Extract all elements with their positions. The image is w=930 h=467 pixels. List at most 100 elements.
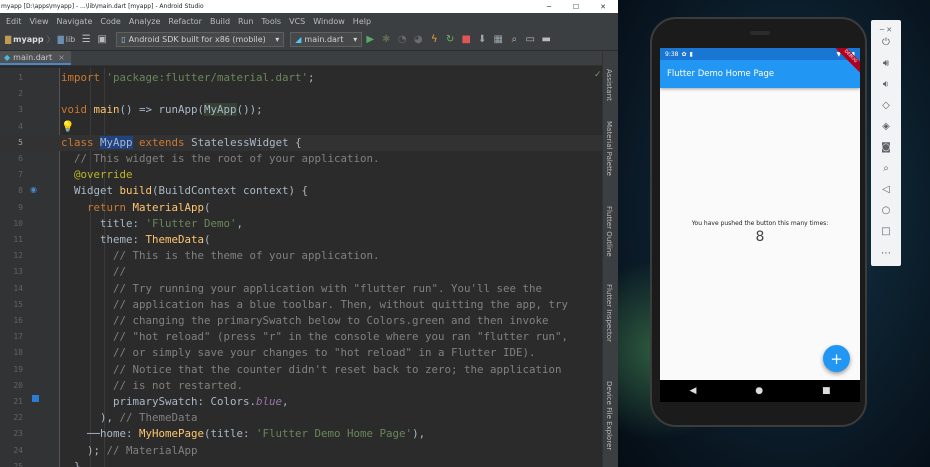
close-tab-icon[interactable]: × xyxy=(58,53,65,62)
chevron-down-icon: ▾ xyxy=(353,35,358,44)
volume-down-icon[interactable]: 🔉︎ xyxy=(871,74,901,94)
rotate-right-icon[interactable]: ◈ xyxy=(871,116,901,136)
code-line-current: 5 class MyApp extends StatelessWidget { xyxy=(0,134,602,151)
sim-icon: ▮ xyxy=(689,50,693,58)
code-line: 1 import 'package:flutter/material.dart'; xyxy=(18,71,315,84)
tab-main-dart[interactable]: ◆ main.dart × xyxy=(0,51,71,65)
breadcrumb-folder[interactable]: ▇ lib xyxy=(55,35,79,44)
menu-analyze[interactable]: Analyze xyxy=(125,17,165,26)
tool-window-device-file-explorer[interactable]: Device File Explorer xyxy=(605,381,613,450)
code-line: 7 @override xyxy=(18,168,133,182)
overview-icon[interactable]: □ xyxy=(871,221,901,241)
device-selector[interactable]: ▯ Android SDK built for x86 (mobile) ▾ xyxy=(116,32,285,47)
code-line: 11 theme: ThemeData( xyxy=(13,233,211,246)
folder-icon: ▇ xyxy=(57,35,64,44)
tool-window-flutter-inspector[interactable]: Flutter Inspector xyxy=(605,284,613,342)
code-line: 20 // is not restarted. xyxy=(13,378,244,392)
flutter-icon: ◢ xyxy=(295,35,302,44)
tool-window-assistant[interactable]: Assistant xyxy=(605,69,613,101)
override-marker-icon[interactable]: ◉ xyxy=(30,185,39,194)
run-config-selector[interactable]: ◢ main.dart ▾ xyxy=(290,32,363,47)
menu-build[interactable]: Build xyxy=(206,17,234,26)
code-line: 6 // This widget is the root of your app… xyxy=(18,152,380,165)
code-line: 16 // changing the primarySwatch below t… xyxy=(13,314,549,327)
android-studio-window: myapp [D:\apps\myapp] - ...\lib\main.dar… xyxy=(0,0,618,467)
nav-home-icon[interactable]: ● xyxy=(755,386,763,396)
code-line: 21 primarySwatch: Colors.blue, xyxy=(13,395,289,408)
maximize-icon[interactable]: ☐ xyxy=(565,0,587,13)
title-bar: myapp [D:\apps\myapp] - ...\lib\main.dar… xyxy=(0,0,618,13)
code-line: 14 // Try running your application with … xyxy=(13,281,543,295)
color-swatch-icon[interactable] xyxy=(32,395,39,402)
code-editor[interactable]: 1 import 'package:flutter/material.dart';… xyxy=(0,68,602,467)
volume-up-icon[interactable]: 🔊︎ xyxy=(871,53,901,73)
code-line: 4 💡 xyxy=(0,119,602,135)
speaker-grille xyxy=(750,31,770,35)
menu-help[interactable]: Help xyxy=(349,17,375,26)
camera-icon[interactable]: ◙ xyxy=(871,137,901,157)
close-icon[interactable]: ✕ xyxy=(592,0,614,13)
settings-icon: ✿ xyxy=(681,50,687,58)
chevron-down-icon: ▾ xyxy=(275,35,280,44)
window-title: myapp [D:\apps\myapp] - ...\lib\main.dar… xyxy=(1,3,204,10)
code-line: 2 xyxy=(18,89,23,99)
code-line: 24 ); // MaterialApp xyxy=(13,443,198,457)
hot-restart-icon[interactable]: ↻ xyxy=(442,32,458,48)
tool-window-material-palette[interactable]: Material Palette xyxy=(605,121,613,176)
android-nav-bar: ◀ ● ■ xyxy=(660,380,860,402)
home-icon[interactable]: ○ xyxy=(871,200,901,220)
inspection-ok-icon[interactable]: ✓ xyxy=(594,70,602,80)
layout-icon[interactable]: ▬ xyxy=(538,32,554,48)
coverage-icon[interactable]: ▭ xyxy=(522,32,538,48)
menu-run[interactable]: Run xyxy=(234,17,257,26)
tool-window-flutter-outline[interactable]: Flutter Outline xyxy=(605,206,613,257)
toolbar: ▇ myapp 〉 ▇ lib ☰ ▣ ▯ Android SDK built … xyxy=(0,29,618,51)
app-bar: Flutter Demo Home Page xyxy=(660,60,860,88)
attach-icon[interactable]: ◕ xyxy=(410,32,426,48)
rotate-left-icon[interactable]: ◇ xyxy=(871,95,901,115)
hierarchy-icon[interactable]: ☰ xyxy=(78,32,94,48)
code-line: 8 Widget build(BuildContext context) { xyxy=(18,184,309,198)
nav-recents-icon[interactable]: ■ xyxy=(822,386,831,396)
menu-code[interactable]: Code xyxy=(96,17,124,26)
code-line: 12 // This is the theme of your applicat… xyxy=(13,249,380,263)
phone-screen[interactable]: 9:38 ✿ ▮ ▼ ◢ ▮ DEBUG Flutter Demo Home P… xyxy=(660,48,860,380)
breadcrumb-project[interactable]: ▇ myapp xyxy=(2,35,47,44)
breadcrumb-separator: 〉 xyxy=(46,35,55,44)
code-line: 15 // application has a blue toolbar. Th… xyxy=(13,297,569,311)
code-line: 25 } xyxy=(13,459,81,467)
intention-bulb-icon: 💡 xyxy=(61,119,75,133)
emulator-controls: ─ ✕ ⏻ 🔊︎ 🔉︎ ◇ ◈ ◙ ⌕ ◁ ○ □ ⋯ xyxy=(871,20,901,266)
menu-refactor[interactable]: Refactor xyxy=(164,17,206,26)
menu-view[interactable]: View xyxy=(26,17,53,26)
status-bar: 9:38 ✿ ▮ ▼ ◢ ▮ DEBUG xyxy=(660,48,860,79)
menu-window[interactable]: Window xyxy=(309,17,349,26)
counter-caption: You have pushed the button this many tim… xyxy=(691,220,829,227)
code-line: 13 // xyxy=(13,265,127,279)
run-icon[interactable]: ▶ xyxy=(362,32,378,48)
power-icon[interactable]: ⏻ xyxy=(871,32,901,52)
structure-icon[interactable]: ▣ xyxy=(94,32,110,48)
phone-icon: ▯ xyxy=(121,35,126,44)
code-line: 10 title: 'Flutter Demo', xyxy=(13,216,244,230)
debug-icon[interactable]: ✱ xyxy=(378,32,394,48)
back-icon[interactable]: ◁ xyxy=(871,179,901,199)
nav-back-icon[interactable]: ◀ xyxy=(689,386,696,396)
menu-navigate[interactable]: Navigate xyxy=(52,17,96,26)
more-icon[interactable]: ⋯ xyxy=(871,243,901,263)
stop-icon[interactable]: ■ xyxy=(458,32,474,48)
menu-tools[interactable]: Tools xyxy=(257,17,285,26)
profile-icon[interactable]: ◔ xyxy=(394,32,410,48)
sdk-manager-icon[interactable]: ⬇ xyxy=(474,32,490,48)
folder-icon: ▇ xyxy=(5,35,12,44)
app-bar-title: Flutter Demo Home Page xyxy=(667,69,775,79)
code-line: 19 // Notice that the counter didn't res… xyxy=(13,362,562,376)
zoom-icon[interactable]: ⌕ xyxy=(871,158,901,178)
hot-reload-icon[interactable]: ϟ xyxy=(426,32,442,48)
menu-vcs[interactable]: VCS xyxy=(285,17,309,26)
search-icon[interactable]: ⌕ xyxy=(506,32,522,48)
increment-fab[interactable]: + xyxy=(823,345,850,372)
minimize-icon[interactable]: ─ xyxy=(538,0,560,13)
menu-edit[interactable]: Edit xyxy=(2,17,26,26)
avd-manager-icon[interactable]: ▦ xyxy=(490,32,506,48)
